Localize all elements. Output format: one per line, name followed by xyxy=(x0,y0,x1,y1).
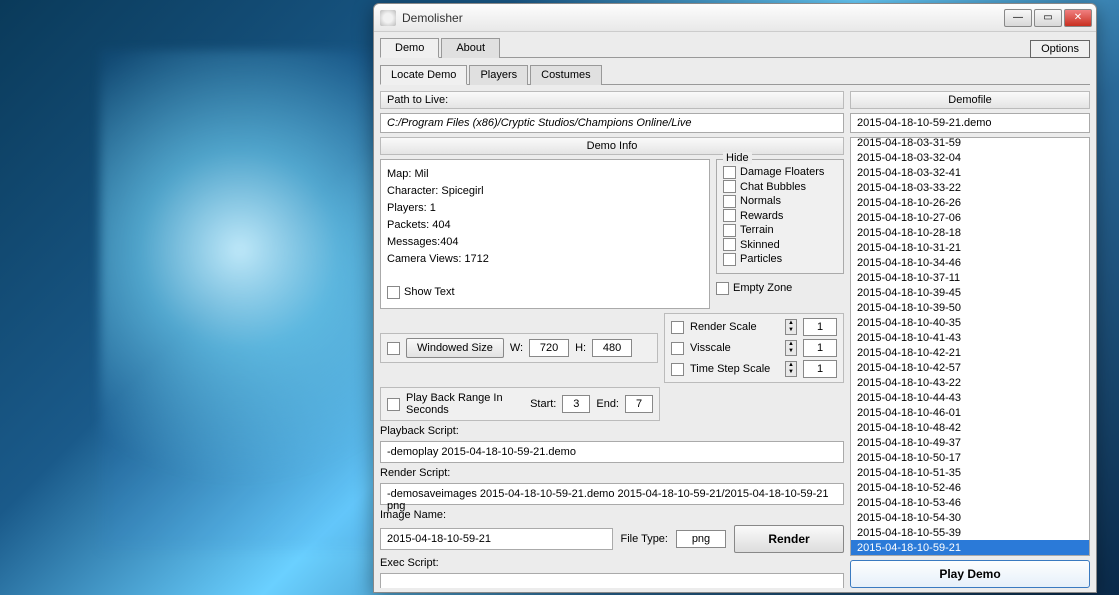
demofile-item[interactable]: 2015-04-18-10-39-50 xyxy=(851,300,1089,315)
tab-demo[interactable]: Demo xyxy=(380,38,439,58)
visscale-checkbox[interactable] xyxy=(671,342,684,355)
hide-group: Hide Damage Floaters Chat Bubbles Normal… xyxy=(716,159,844,274)
demofile-item[interactable]: 2015-04-18-10-50-17 xyxy=(851,450,1089,465)
window-title: Demolisher xyxy=(402,11,1004,25)
app-icon xyxy=(380,10,396,26)
subtab-locate-demo[interactable]: Locate Demo xyxy=(380,65,467,85)
exec-script-label: Exec Script: xyxy=(380,557,844,569)
demofile-item[interactable]: 2015-04-18-10-37-11 xyxy=(851,270,1089,285)
demofile-item[interactable]: 2015-04-18-10-40-35 xyxy=(851,315,1089,330)
render-script-input[interactable]: -demosaveimages 2015-04-18-10-59-21.demo… xyxy=(380,483,844,505)
demo-info-box: Map: Mil Character: Spicegirl Players: 1… xyxy=(380,159,710,309)
show-text-checkbox[interactable]: Show Text xyxy=(387,284,703,301)
demofile-item[interactable]: 2015-04-18-10-31-21 xyxy=(851,240,1089,255)
demo-packets: Packets: 404 xyxy=(387,217,703,234)
tab-about[interactable]: About xyxy=(441,38,500,58)
demofile-item[interactable]: 2015-04-18-10-26-26 xyxy=(851,195,1089,210)
playback-range-checkbox[interactable] xyxy=(387,398,400,411)
path-label: Path to Live: xyxy=(380,91,844,109)
timestep-checkbox[interactable] xyxy=(671,363,684,376)
demo-players: Players: 1 xyxy=(387,200,703,217)
hide-rewards[interactable]: Rewards xyxy=(723,209,837,222)
demo-info-header: Demo Info xyxy=(380,137,844,155)
demofile-item[interactable]: 2015-04-18-10-51-35 xyxy=(851,465,1089,480)
visscale-input[interactable] xyxy=(803,339,837,357)
demo-character: Character: Spicegirl xyxy=(387,183,703,200)
play-demo-button[interactable]: Play Demo xyxy=(850,560,1090,588)
windowed-size-button[interactable]: Windowed Size xyxy=(406,338,504,358)
demofile-item[interactable]: 2015-04-18-03-32-41 xyxy=(851,165,1089,180)
app-window: Demolisher — ▭ ✕ Demo About Options Loca… xyxy=(373,3,1097,593)
render-scale-input[interactable] xyxy=(803,318,837,336)
hide-terrain[interactable]: Terrain xyxy=(723,224,837,237)
demofile-item[interactable]: 2015-04-18-10-42-57 xyxy=(851,360,1089,375)
minimize-button[interactable]: — xyxy=(1004,9,1032,27)
demofile-item[interactable]: 2015-04-18-10-28-18 xyxy=(851,225,1089,240)
hide-legend: Hide xyxy=(723,152,752,164)
demofile-item[interactable]: 2015-04-18-10-59-21 xyxy=(851,540,1089,555)
demofile-current[interactable]: 2015-04-18-10-59-21.demo xyxy=(850,113,1090,133)
demofile-item[interactable]: 2015-04-18-03-32-04 xyxy=(851,150,1089,165)
hide-normals[interactable]: Normals xyxy=(723,195,837,208)
demofile-item[interactable]: 2015-04-18-10-48-42 xyxy=(851,420,1089,435)
spinner-icon[interactable]: ▲▼ xyxy=(785,319,797,335)
render-button[interactable]: Render xyxy=(734,525,844,553)
checkbox-icon xyxy=(387,286,400,299)
demo-messages: Messages:404 xyxy=(387,234,703,251)
height-input[interactable] xyxy=(592,339,632,357)
demofile-item[interactable]: 2015-04-18-10-27-06 xyxy=(851,210,1089,225)
demofile-item[interactable]: 2015-04-18-10-49-37 xyxy=(851,435,1089,450)
options-button[interactable]: Options xyxy=(1030,40,1090,58)
render-scale-checkbox[interactable] xyxy=(671,321,684,334)
exec-script-input[interactable] xyxy=(380,573,844,588)
demofile-item[interactable]: 2015-04-18-10-41-43 xyxy=(851,330,1089,345)
path-input[interactable]: C:/Program Files (x86)/Cryptic Studios/C… xyxy=(380,113,844,133)
filetype-input[interactable] xyxy=(676,530,726,548)
playback-script-label: Playback Script: xyxy=(380,425,844,437)
playback-end-input[interactable] xyxy=(625,395,653,413)
demofile-list[interactable]: 2015-04-18-03-31-592015-04-18-03-32-0420… xyxy=(850,137,1090,556)
playback-start-input[interactable] xyxy=(562,395,590,413)
demofile-item[interactable]: 2015-04-18-10-43-22 xyxy=(851,375,1089,390)
width-input[interactable] xyxy=(529,339,569,357)
image-name-input[interactable] xyxy=(380,528,613,550)
demofile-item[interactable]: 2015-04-18-10-52-46 xyxy=(851,480,1089,495)
demofile-item[interactable]: 2015-04-18-10-46-01 xyxy=(851,405,1089,420)
subtab-costumes[interactable]: Costumes xyxy=(530,65,602,85)
demofile-header: Demofile xyxy=(850,91,1090,109)
hide-chat-bubbles[interactable]: Chat Bubbles xyxy=(723,180,837,193)
hide-skinned[interactable]: Skinned xyxy=(723,238,837,251)
demo-map: Map: Mil xyxy=(387,166,703,183)
spinner-icon[interactable]: ▲▼ xyxy=(785,361,797,377)
demofile-item[interactable]: 2015-04-18-03-33-22 xyxy=(851,180,1089,195)
demofile-item[interactable]: 2015-04-18-10-53-46 xyxy=(851,495,1089,510)
demofile-item[interactable]: 2015-04-18-10-55-39 xyxy=(851,525,1089,540)
demofile-item[interactable]: 2015-04-18-10-44-43 xyxy=(851,390,1089,405)
windowed-size-checkbox[interactable] xyxy=(387,342,400,355)
titlebar[interactable]: Demolisher — ▭ ✕ xyxy=(374,4,1096,32)
hide-damage-floaters[interactable]: Damage Floaters xyxy=(723,166,837,179)
demofile-item[interactable]: 2015-04-18-10-39-45 xyxy=(851,285,1089,300)
timestep-input[interactable] xyxy=(803,360,837,378)
demofile-item[interactable]: 2015-04-18-10-42-21 xyxy=(851,345,1089,360)
maximize-button[interactable]: ▭ xyxy=(1034,9,1062,27)
close-button[interactable]: ✕ xyxy=(1064,9,1092,27)
subtab-players[interactable]: Players xyxy=(469,65,528,85)
playback-script-input[interactable]: -demoplay 2015-04-18-10-59-21.demo xyxy=(380,441,844,463)
demo-cameraviews: Camera Views: 1712 xyxy=(387,251,703,268)
demofile-item[interactable]: 2015-04-18-03-31-59 xyxy=(851,137,1089,150)
render-script-label: Render Script: xyxy=(380,467,844,479)
image-name-label: Image Name: xyxy=(380,509,844,521)
empty-zone-checkbox[interactable]: Empty Zone xyxy=(716,282,844,295)
spinner-icon[interactable]: ▲▼ xyxy=(785,340,797,356)
demofile-item[interactable]: 2015-04-18-10-34-46 xyxy=(851,255,1089,270)
demofile-item[interactable]: 2015-04-18-10-54-30 xyxy=(851,510,1089,525)
hide-particles[interactable]: Particles xyxy=(723,253,837,266)
